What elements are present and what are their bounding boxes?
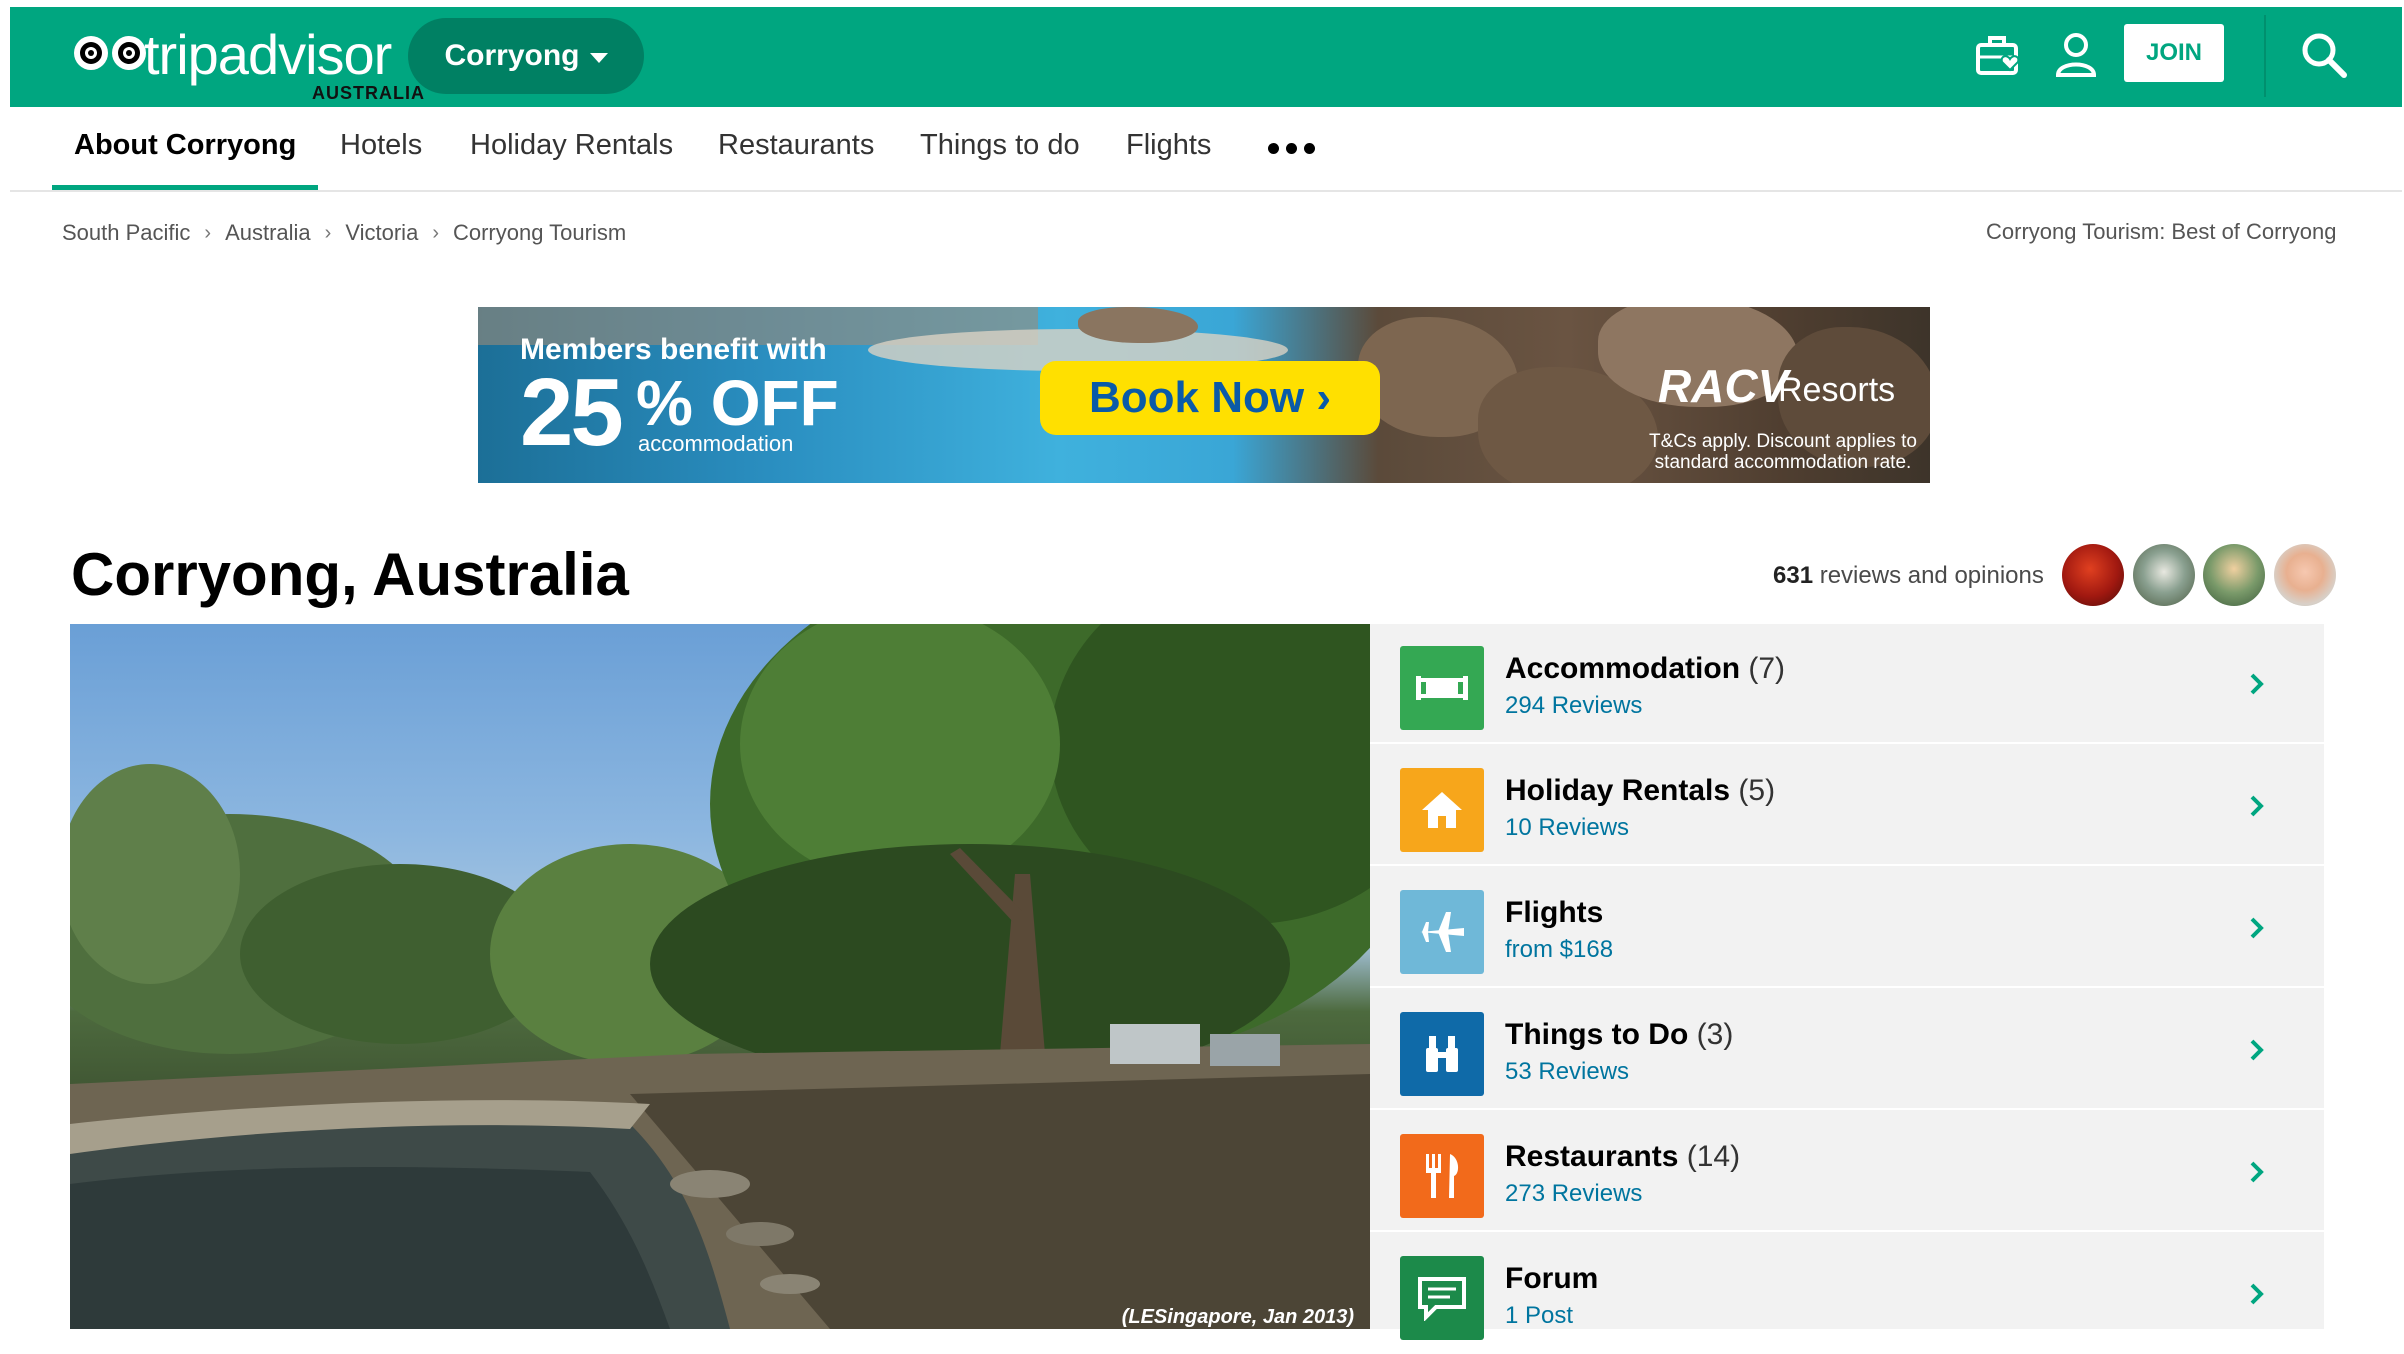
nav-about[interactable]: About Corryong <box>74 129 296 162</box>
nav-flights[interactable]: Flights <box>1126 129 1211 162</box>
category-name: Holiday Rentals <box>1505 774 1731 807</box>
more-dots-icon[interactable] <box>1268 143 1315 154</box>
breadcrumb-current: Corryong Tourism <box>452 220 627 245</box>
nav-things-to-do[interactable]: Things to do <box>920 129 1080 162</box>
category-row-flights[interactable]: Flights from $168 <box>1370 868 2324 988</box>
fork-knife-icon <box>1400 1134 1484 1218</box>
search-icon[interactable] <box>2298 29 2350 81</box>
best-of-link[interactable]: Corryong Tourism: Best of Corryong <box>1986 219 2337 245</box>
category-row-forum[interactable]: Forum 1 Post <box>1370 1234 2324 1354</box>
caret-down-icon <box>589 53 608 63</box>
banner-rock <box>1078 307 1198 343</box>
category-row-holiday-rentals[interactable]: Holiday Rentals (5) 10 Reviews <box>1370 746 2324 866</box>
category-sub: 1 Post <box>1505 1302 1574 1329</box>
logo-wordmark: tripadvisor <box>144 23 392 86</box>
secondary-nav: About Corryong Hotels Holiday Rentals Re… <box>10 107 2402 192</box>
advertisement-banner[interactable]: Members benefit with 25 % OFF accommodat… <box>478 307 1930 483</box>
category-sub: 10 Reviews <box>1505 814 1630 841</box>
chevron-right-icon <box>2250 1283 2264 1305</box>
breadcrumb-item[interactable]: Victoria <box>345 220 418 246</box>
chevron-right-icon <box>2250 1039 2264 1061</box>
category-sub: from $168 <box>1505 936 1614 963</box>
chevron-right-icon <box>2250 673 2264 695</box>
page-title: Corryong, Australia <box>71 541 629 608</box>
chevron-right-icon <box>2250 795 2264 817</box>
active-tab-indicator <box>52 185 318 190</box>
category-name: Flights <box>1505 896 1604 929</box>
binoculars-icon <box>1400 1012 1484 1096</box>
category-list: Accommodation (7) 294 Reviews Holiday Re… <box>1370 624 2324 1354</box>
nav-restaurants[interactable]: Restaurants <box>718 129 874 162</box>
banner-discount-note: accommodation <box>638 431 794 456</box>
review-count: 631 <box>1773 562 1814 589</box>
nav-holiday-rentals[interactable]: Holiday Rentals <box>470 129 673 162</box>
category-sub: 294 Reviews <box>1505 692 1643 719</box>
book-now-button[interactable]: Book Now › <box>1040 361 1380 435</box>
breadcrumb-separator: › <box>432 221 439 244</box>
category-count: (5) <box>1738 774 1776 807</box>
nav-hotels[interactable]: Hotels <box>340 129 422 162</box>
geo-label: Corryong <box>444 39 580 72</box>
avatar[interactable] <box>2133 544 2195 606</box>
river-landscape-image <box>70 624 1370 1329</box>
profile-icon[interactable] <box>2050 29 2102 81</box>
category-row-accommodation[interactable]: Accommodation (7) 294 Reviews <box>1370 624 2324 744</box>
avatar[interactable] <box>2274 544 2336 606</box>
category-count: (3) <box>1696 1018 1734 1051</box>
banner-discount-number: 25 <box>520 359 624 466</box>
racv-resorts-label: Resorts <box>1778 371 1896 409</box>
plane-icon <box>1400 890 1484 974</box>
category-name: Accommodation <box>1505 652 1741 685</box>
category-sub: 273 Reviews <box>1505 1180 1643 1207</box>
top-header: tripadvisor AUSTRALIA Corryong JOIN <box>10 7 2402 107</box>
join-button[interactable]: JOIN <box>2124 24 2224 82</box>
avatar[interactable] <box>2203 544 2265 606</box>
breadcrumb-item[interactable]: South Pacific <box>62 220 190 246</box>
chevron-right-icon <box>2250 917 2264 939</box>
avatar[interactable] <box>2062 544 2124 606</box>
category-name: Forum <box>1505 1262 1599 1295</box>
racv-logo: RACV <box>1658 360 1789 412</box>
category-count: (7) <box>1748 652 1786 685</box>
photo-credit: (LESingapore, Jan 2013) <box>1121 1306 1354 1328</box>
category-sub: 53 Reviews <box>1505 1058 1630 1085</box>
chevron-right-icon <box>2250 1161 2264 1183</box>
bed-icon <box>1400 646 1484 730</box>
header-divider <box>2264 15 2266 97</box>
chat-icon <box>1400 1256 1484 1340</box>
owl-eyes-icon <box>74 36 146 70</box>
banner-disclaimer: T&Cs apply. Discount applies to standard… <box>1649 431 1917 473</box>
trips-icon[interactable] <box>1972 29 2024 81</box>
category-row-restaurants[interactable]: Restaurants (14) 273 Reviews <box>1370 1112 2324 1232</box>
destination-hero-photo[interactable]: (LESingapore, Jan 2013) <box>70 624 1370 1329</box>
category-row-things-to-do[interactable]: Things to Do (3) 53 Reviews <box>1370 990 2324 1110</box>
breadcrumb: South Pacific › Australia › Victoria › C… <box>62 220 626 246</box>
category-name: Restaurants <box>1505 1140 1679 1173</box>
logo-region: AUSTRALIA <box>312 83 425 103</box>
house-icon <box>1400 768 1484 852</box>
breadcrumb-separator: › <box>324 221 332 244</box>
review-label: reviews and opinions <box>1813 562 2044 589</box>
breadcrumb-separator: › <box>204 221 212 244</box>
category-name: Things to Do <box>1505 1018 1689 1051</box>
banner-discount-suffix: % OFF <box>636 367 839 439</box>
category-count: (14) <box>1686 1140 1741 1173</box>
reviews-summary[interactable]: 631 reviews and opinions <box>1773 562 2044 590</box>
geo-dropdown-button[interactable]: Corryong <box>408 18 644 94</box>
breadcrumb-item[interactable]: Australia <box>225 220 311 246</box>
